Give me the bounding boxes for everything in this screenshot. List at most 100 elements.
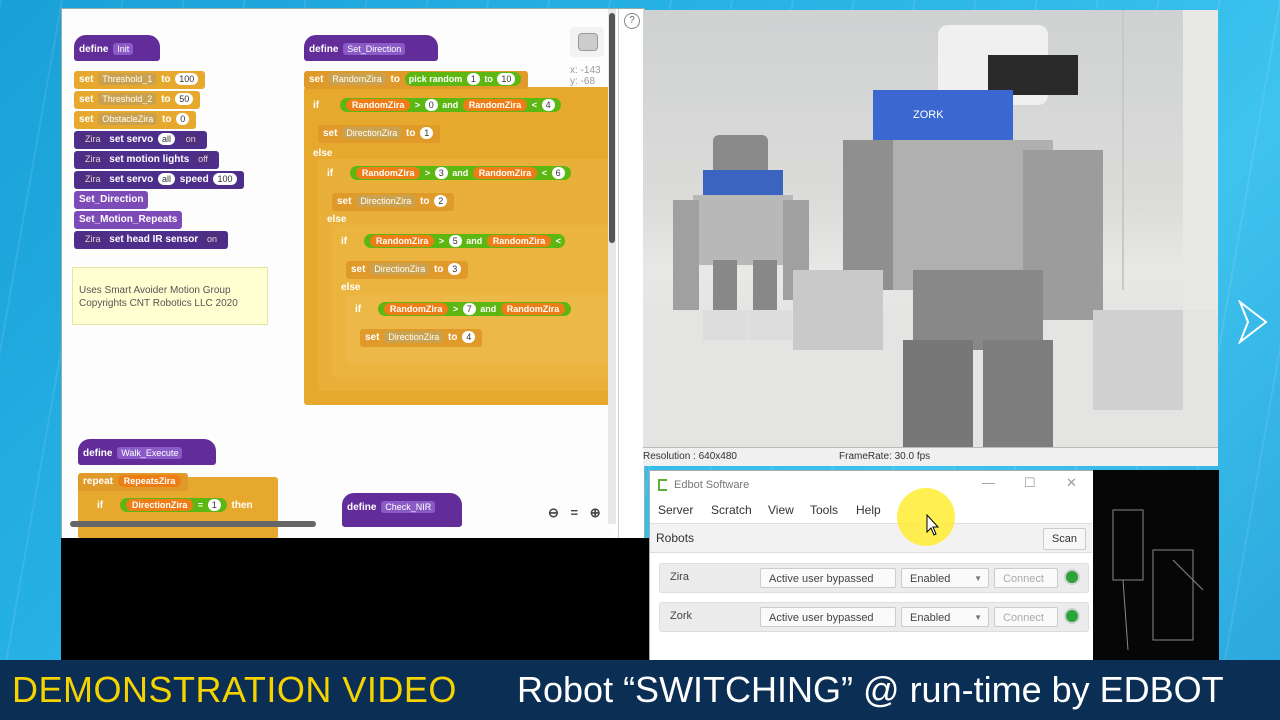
- set-direction-3-block[interactable]: set DirectionZira to 3: [346, 261, 469, 279]
- random-variable: RandomZira: [486, 235, 552, 247]
- repeat-block[interactable]: repeat RepeatsZira: [78, 473, 189, 491]
- set-direction-1-block[interactable]: set DirectionZira to 1: [318, 125, 441, 143]
- define-check-nir-block[interactable]: define Check_NIR: [342, 493, 462, 527]
- value-slot[interactable]: 10: [497, 73, 516, 85]
- menu-server[interactable]: Server: [658, 503, 693, 517]
- if-label: if: [97, 500, 104, 511]
- value-slot[interactable]: 5: [448, 235, 462, 247]
- menu-tools[interactable]: Tools: [810, 503, 838, 517]
- value-slot[interactable]: 3: [448, 263, 462, 275]
- set-obstacle-block[interactable]: set ObstacleZira to 0: [74, 111, 197, 129]
- robot-menu[interactable]: Zira: [81, 153, 105, 165]
- zoom-controls[interactable]: ⊖ = ⊕: [548, 505, 605, 521]
- variable-menu[interactable]: DirectionZira: [370, 263, 430, 275]
- and-condition[interactable]: RandomZira > 0 and RandomZira < 4: [339, 98, 561, 112]
- horizontal-scrollbar[interactable]: [70, 521, 316, 527]
- set-direction-4-block[interactable]: set DirectionZira to 4: [360, 329, 483, 347]
- sprite-thumbnail[interactable]: [570, 27, 604, 57]
- servo-slot[interactable]: all: [157, 133, 175, 145]
- value-slot[interactable]: 0: [424, 99, 438, 111]
- if-block[interactable]: if DirectionZira = 1 then: [92, 497, 258, 515]
- state-menu[interactable]: on: [202, 233, 221, 245]
- set-servo-speed-block[interactable]: Zira set servo all speed 100: [74, 171, 244, 189]
- state-dropdown[interactable]: Enabled ▼: [901, 607, 989, 627]
- maximize-button[interactable]: ☐: [1024, 475, 1036, 491]
- variable-menu[interactable]: Threshold_2: [98, 93, 157, 105]
- variable-menu[interactable]: ObstacleZira: [98, 113, 158, 125]
- set-direction-2-block[interactable]: set DirectionZira to 2: [332, 193, 455, 211]
- menu-view[interactable]: View: [768, 503, 794, 517]
- value-slot[interactable]: 1: [420, 127, 434, 139]
- status-led-icon: [1064, 569, 1080, 585]
- set-threshold2-block[interactable]: set Threshold_2 to 50: [74, 91, 201, 109]
- variable-menu[interactable]: Threshold_1: [98, 73, 157, 85]
- variable-menu[interactable]: DirectionZira: [342, 127, 402, 139]
- pick-random-reporter[interactable]: pick random 1 to 10: [404, 72, 522, 86]
- scrollbar-thumb[interactable]: [609, 13, 615, 243]
- define-init-block[interactable]: define Init: [74, 35, 160, 61]
- set-head-ir-block[interactable]: Zira set head IR sensor on: [74, 231, 228, 249]
- close-button[interactable]: ✕: [1066, 475, 1077, 491]
- define-set-direction-block[interactable]: define Set_Direction: [304, 35, 438, 61]
- else-label: else: [322, 211, 351, 229]
- coord-x: x: -143: [570, 65, 601, 76]
- servo-slot[interactable]: all: [157, 173, 175, 185]
- set-label: set: [337, 196, 352, 207]
- user-status-button[interactable]: Active user bypassed: [760, 568, 896, 588]
- state-dropdown[interactable]: Enabled ▼: [901, 568, 989, 588]
- and-condition[interactable]: RandomZira > 5 and RandomZira <: [363, 234, 566, 248]
- if-block[interactable]: if RandomZira > 3 and RandomZira < 6: [322, 165, 578, 183]
- value-slot[interactable]: 50: [175, 93, 194, 105]
- robot-name: Zira: [670, 571, 689, 583]
- define-walk-execute-block[interactable]: define Walk_Execute: [78, 439, 216, 465]
- variable-menu[interactable]: DirectionZira: [356, 195, 416, 207]
- connect-button[interactable]: Connect: [994, 568, 1058, 588]
- value-slot[interactable]: 1: [466, 73, 480, 85]
- set-label: set: [79, 114, 94, 125]
- value-slot[interactable]: 100: [175, 73, 199, 85]
- and-condition[interactable]: RandomZira > 7 and RandomZira: [377, 302, 572, 316]
- vertical-scrollbar[interactable]: [608, 9, 616, 524]
- call-set-motion-repeats-block[interactable]: Set_Motion_Repeats: [74, 211, 183, 229]
- value-slot[interactable]: 0: [176, 113, 190, 125]
- title-bar[interactable]: Edbot Software — ☐ ✕: [650, 471, 1094, 499]
- state-menu[interactable]: off: [194, 153, 212, 165]
- help-icon[interactable]: ?: [624, 13, 640, 29]
- set-threshold1-block[interactable]: set Threshold_1 to 100: [74, 71, 206, 89]
- robot-menu[interactable]: Zira: [81, 173, 105, 185]
- connect-button[interactable]: Connect: [994, 607, 1058, 627]
- robot-menu[interactable]: Zira: [81, 133, 105, 145]
- value-slot[interactable]: 7: [462, 303, 476, 315]
- equals-condition[interactable]: DirectionZira = 1: [119, 498, 227, 512]
- state-menu[interactable]: on: [181, 133, 200, 145]
- and-label: and: [466, 236, 483, 246]
- if-block[interactable]: if RandomZira > 5 and RandomZira <: [336, 233, 572, 251]
- robot-label: ZORK: [913, 109, 944, 121]
- variable-menu[interactable]: RandomZira: [328, 73, 386, 85]
- robot-menu[interactable]: Zira: [81, 233, 105, 245]
- random-variable: RandomZira: [345, 99, 411, 111]
- and-condition[interactable]: RandomZira > 3 and RandomZira < 6: [349, 166, 571, 180]
- variable-menu[interactable]: DirectionZira: [384, 331, 444, 343]
- if-block[interactable]: if RandomZira > 0 and RandomZira < 4: [308, 97, 568, 115]
- set-servo-block[interactable]: Zira set servo all on: [74, 131, 207, 149]
- menu-help[interactable]: Help: [856, 503, 881, 517]
- script-comment[interactable]: Uses Smart Avoider Motion Group Copyrigh…: [72, 267, 268, 325]
- random-variable: RandomZira: [472, 167, 538, 179]
- value-slot[interactable]: 2: [434, 195, 448, 207]
- call-set-direction-block[interactable]: Set_Direction: [74, 191, 149, 209]
- set-motion-lights-block[interactable]: Zira set motion lights off: [74, 151, 219, 169]
- value-slot[interactable]: 4: [462, 331, 476, 343]
- value-slot[interactable]: 4: [541, 99, 555, 111]
- value-slot[interactable]: 100: [213, 173, 237, 185]
- script-area[interactable]: define Init set Threshold_1 to 100 set T…: [62, 9, 614, 539]
- scan-button[interactable]: Scan: [1042, 528, 1086, 550]
- if-block[interactable]: if RandomZira > 7 and RandomZira: [350, 301, 578, 319]
- user-status-button[interactable]: Active user bypassed: [760, 607, 896, 627]
- value-slot[interactable]: 1: [207, 499, 221, 511]
- set-random-block[interactable]: set RandomZira to pick random 1 to 10: [304, 71, 529, 89]
- minimize-button[interactable]: —: [982, 475, 995, 490]
- value-slot[interactable]: 6: [551, 167, 565, 179]
- menu-scratch[interactable]: Scratch: [711, 503, 752, 517]
- value-slot[interactable]: 3: [434, 167, 448, 179]
